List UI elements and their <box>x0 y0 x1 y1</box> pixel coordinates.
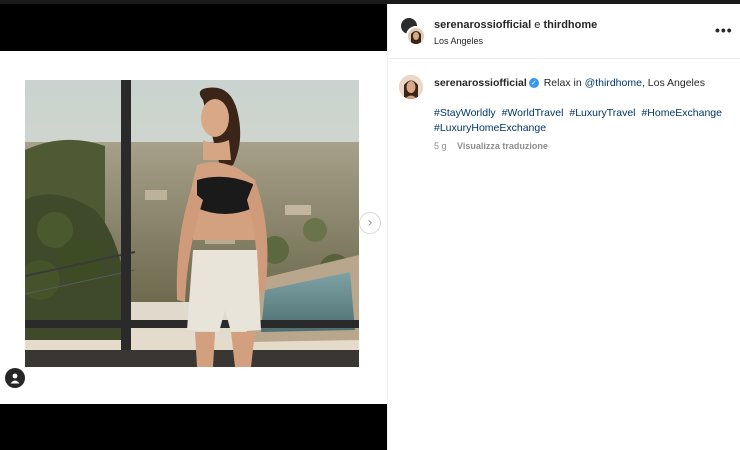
post-authors: serenarossiofficial e thirdhome <box>434 19 597 31</box>
author-conjunction: e <box>534 19 541 31</box>
caption-username[interactable]: serenarossiofficial <box>434 77 527 89</box>
caption-meta: 5 g Visualizza traduzione <box>434 141 548 151</box>
media-letterbox-top <box>0 4 387 51</box>
coauthor-username[interactable]: thirdhome <box>543 19 597 31</box>
hashtag-link[interactable]: #HomeExchange <box>641 107 722 119</box>
post-location[interactable]: Los Angeles <box>434 36 483 46</box>
post-sidebar: serenarossiofficial e thirdhome Los Ange… <box>387 4 740 450</box>
caption: serenarossiofficial ✓ Relax in @thirdhome… <box>434 77 705 89</box>
post-photo[interactable] <box>25 80 359 367</box>
caption-text-after: , Los Angeles <box>641 77 705 89</box>
hashtag-link[interactable]: #LuxuryTravel <box>569 107 635 119</box>
author-username[interactable]: serenarossiofficial <box>434 19 531 31</box>
post-age[interactable]: 5 g <box>434 141 447 151</box>
more-options-icon[interactable]: ••• <box>715 22 733 38</box>
media-letterbox-bottom <box>0 404 387 450</box>
caption-mention[interactable]: @thirdhome <box>585 77 642 89</box>
caption-text-before: Relax in <box>543 77 582 89</box>
hashtag-link[interactable]: #WorldTravel <box>502 107 564 119</box>
tagged-user-person-icon[interactable] <box>5 368 25 388</box>
caption-author-avatar[interactable] <box>399 75 423 99</box>
post-header: serenarossiofficial e thirdhome Los Ange… <box>388 4 740 59</box>
verified-badge-icon: ✓ <box>528 78 539 89</box>
see-translation-button[interactable]: Visualizza traduzione <box>457 141 548 151</box>
author-avatar[interactable] <box>406 26 426 46</box>
hashtag-link[interactable]: #StayWorldly <box>434 107 496 119</box>
next-image-arrow-icon[interactable]: › <box>359 212 381 234</box>
caption-hashtags: #StayWorldly #WorldTravel #LuxuryTravel … <box>434 106 734 136</box>
hashtag-link[interactable]: #LuxuryHomeExchange <box>434 122 546 134</box>
collab-avatars[interactable] <box>399 16 426 48</box>
